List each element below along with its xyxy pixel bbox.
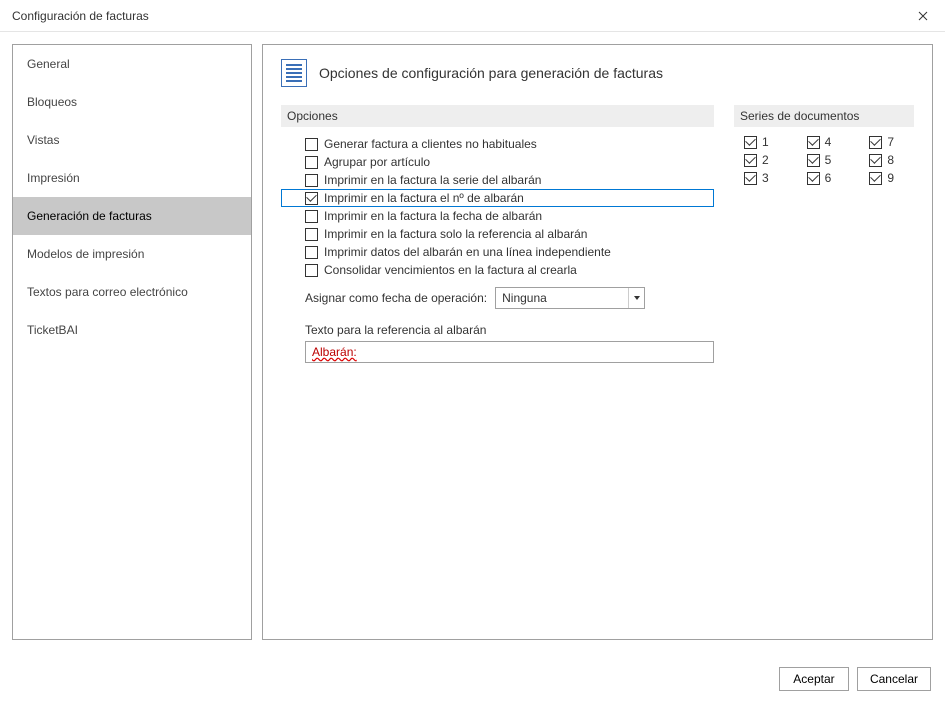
checkbox-icon xyxy=(305,264,318,277)
checkbox-icon xyxy=(305,210,318,223)
series-grid: 1 4 7 2 5 8 3 6 9 xyxy=(734,135,914,185)
sidebar-item-label: TicketBAI xyxy=(27,323,78,337)
series-checkbox-6[interactable]: 6 xyxy=(807,171,852,185)
titlebar: Configuración de facturas xyxy=(0,0,945,32)
checkbox-icon xyxy=(744,172,757,185)
checkbox-icon xyxy=(305,174,318,187)
series-label: 6 xyxy=(825,171,832,185)
checkbox-imprimir-linea-independiente[interactable]: Imprimir datos del albarán en una línea … xyxy=(281,243,714,261)
assign-dropdown[interactable]: Ninguna xyxy=(495,287,645,309)
sidebar-item-label: Modelos de impresión xyxy=(27,247,144,261)
checkbox-icon xyxy=(305,228,318,241)
checkbox-imprimir-numero-albaran[interactable]: Imprimir en la factura el nº de albarán xyxy=(281,189,714,207)
close-button[interactable] xyxy=(900,1,945,31)
checkbox-label: Consolidar vencimientos en la factura al… xyxy=(324,263,577,277)
checkbox-imprimir-solo-referencia[interactable]: Imprimir en la factura solo la referenci… xyxy=(281,225,714,243)
sidebar-item-generacion-facturas[interactable]: Generación de facturas xyxy=(13,197,251,235)
series-column: Series de documentos 1 4 7 2 5 8 3 6 9 xyxy=(734,105,914,363)
checkbox-consolidar-vencimientos[interactable]: Consolidar vencimientos en la factura al… xyxy=(281,261,714,279)
sidebar-item-label: Impresión xyxy=(27,171,80,185)
checkbox-icon xyxy=(744,154,757,167)
assign-label: Asignar como fecha de operación: xyxy=(305,291,487,305)
sidebar-item-modelos-impresion[interactable]: Modelos de impresión xyxy=(13,235,251,273)
ref-label: Texto para la referencia al albarán xyxy=(281,309,714,341)
dropdown-value: Ninguna xyxy=(502,291,547,305)
sidebar-item-general[interactable]: General xyxy=(13,45,251,83)
checkbox-icon xyxy=(869,172,882,185)
sidebar-item-label: General xyxy=(27,57,70,71)
sidebar-item-label: Vistas xyxy=(27,133,59,147)
series-checkbox-3[interactable]: 3 xyxy=(744,171,789,185)
series-label: 5 xyxy=(825,153,832,167)
document-icon xyxy=(281,59,307,87)
series-label: 7 xyxy=(887,135,894,149)
checkbox-label: Imprimir en la factura el nº de albarán xyxy=(324,191,524,205)
checkbox-label: Imprimir en la factura solo la referenci… xyxy=(324,227,587,241)
checkbox-label: Agrupar por artículo xyxy=(324,155,430,169)
assign-row: Asignar como fecha de operación: Ninguna xyxy=(281,279,714,309)
sidebar-item-impresion[interactable]: Impresión xyxy=(13,159,251,197)
ref-input-value: Albarán: xyxy=(312,345,357,359)
window-title: Configuración de facturas xyxy=(12,9,149,23)
sidebar-item-label: Textos para correo electrónico xyxy=(27,285,188,299)
checkbox-imprimir-serie[interactable]: Imprimir en la factura la serie del alba… xyxy=(281,171,714,189)
ref-input[interactable]: Albarán: xyxy=(305,341,714,363)
series-checkbox-8[interactable]: 8 xyxy=(869,153,914,167)
checkbox-icon xyxy=(807,154,820,167)
checkbox-imprimir-fecha[interactable]: Imprimir en la factura la fecha de albar… xyxy=(281,207,714,225)
chevron-down-icon xyxy=(628,288,640,308)
heading-row: Opciones de configuración para generació… xyxy=(281,59,914,87)
checkbox-icon xyxy=(305,156,318,169)
sidebar: General Bloqueos Vistas Impresión Genera… xyxy=(12,44,252,640)
checkbox-label: Generar factura a clientes no habituales xyxy=(324,137,537,151)
sidebar-item-label: Bloqueos xyxy=(27,95,77,109)
series-checkbox-4[interactable]: 4 xyxy=(807,135,852,149)
options-column: Opciones Generar factura a clientes no h… xyxy=(281,105,714,363)
checkbox-icon xyxy=(869,136,882,149)
series-checkbox-7[interactable]: 7 xyxy=(869,135,914,149)
series-checkbox-9[interactable]: 9 xyxy=(869,171,914,185)
series-label: 1 xyxy=(762,135,769,149)
checkbox-icon xyxy=(807,172,820,185)
series-label: 2 xyxy=(762,153,769,167)
sidebar-item-vistas[interactable]: Vistas xyxy=(13,121,251,159)
series-label: 9 xyxy=(887,171,894,185)
footer: Aceptar Cancelar xyxy=(779,667,931,691)
cancel-button[interactable]: Cancelar xyxy=(857,667,931,691)
series-label: 8 xyxy=(887,153,894,167)
options-header: Opciones xyxy=(281,105,714,127)
checkbox-label: Imprimir en la factura la fecha de albar… xyxy=(324,209,542,223)
main-panel: Opciones de configuración para generació… xyxy=(262,44,933,640)
sidebar-item-bloqueos[interactable]: Bloqueos xyxy=(13,83,251,121)
sidebar-item-label: Generación de facturas xyxy=(27,209,152,223)
checkbox-icon xyxy=(869,154,882,167)
checkbox-agrupar-articulo[interactable]: Agrupar por artículo xyxy=(281,153,714,171)
checkbox-icon xyxy=(305,192,318,205)
checkbox-label: Imprimir en la factura la serie del alba… xyxy=(324,173,541,187)
series-checkbox-5[interactable]: 5 xyxy=(807,153,852,167)
page-title: Opciones de configuración para generació… xyxy=(319,65,663,81)
columns: Opciones Generar factura a clientes no h… xyxy=(281,105,914,363)
close-icon xyxy=(918,11,928,21)
checkbox-generar-factura[interactable]: Generar factura a clientes no habituales xyxy=(281,135,714,153)
series-checkbox-1[interactable]: 1 xyxy=(744,135,789,149)
checkbox-label: Imprimir datos del albarán en una línea … xyxy=(324,245,611,259)
checkbox-icon xyxy=(744,136,757,149)
sidebar-item-textos-correo[interactable]: Textos para correo electrónico xyxy=(13,273,251,311)
accept-button[interactable]: Aceptar xyxy=(779,667,849,691)
content: General Bloqueos Vistas Impresión Genera… xyxy=(0,32,945,652)
series-header: Series de documentos xyxy=(734,105,914,127)
series-label: 4 xyxy=(825,135,832,149)
checkbox-icon xyxy=(807,136,820,149)
series-checkbox-2[interactable]: 2 xyxy=(744,153,789,167)
sidebar-item-ticketbai[interactable]: TicketBAI xyxy=(13,311,251,349)
series-label: 3 xyxy=(762,171,769,185)
checkbox-icon xyxy=(305,246,318,259)
checkbox-icon xyxy=(305,138,318,151)
